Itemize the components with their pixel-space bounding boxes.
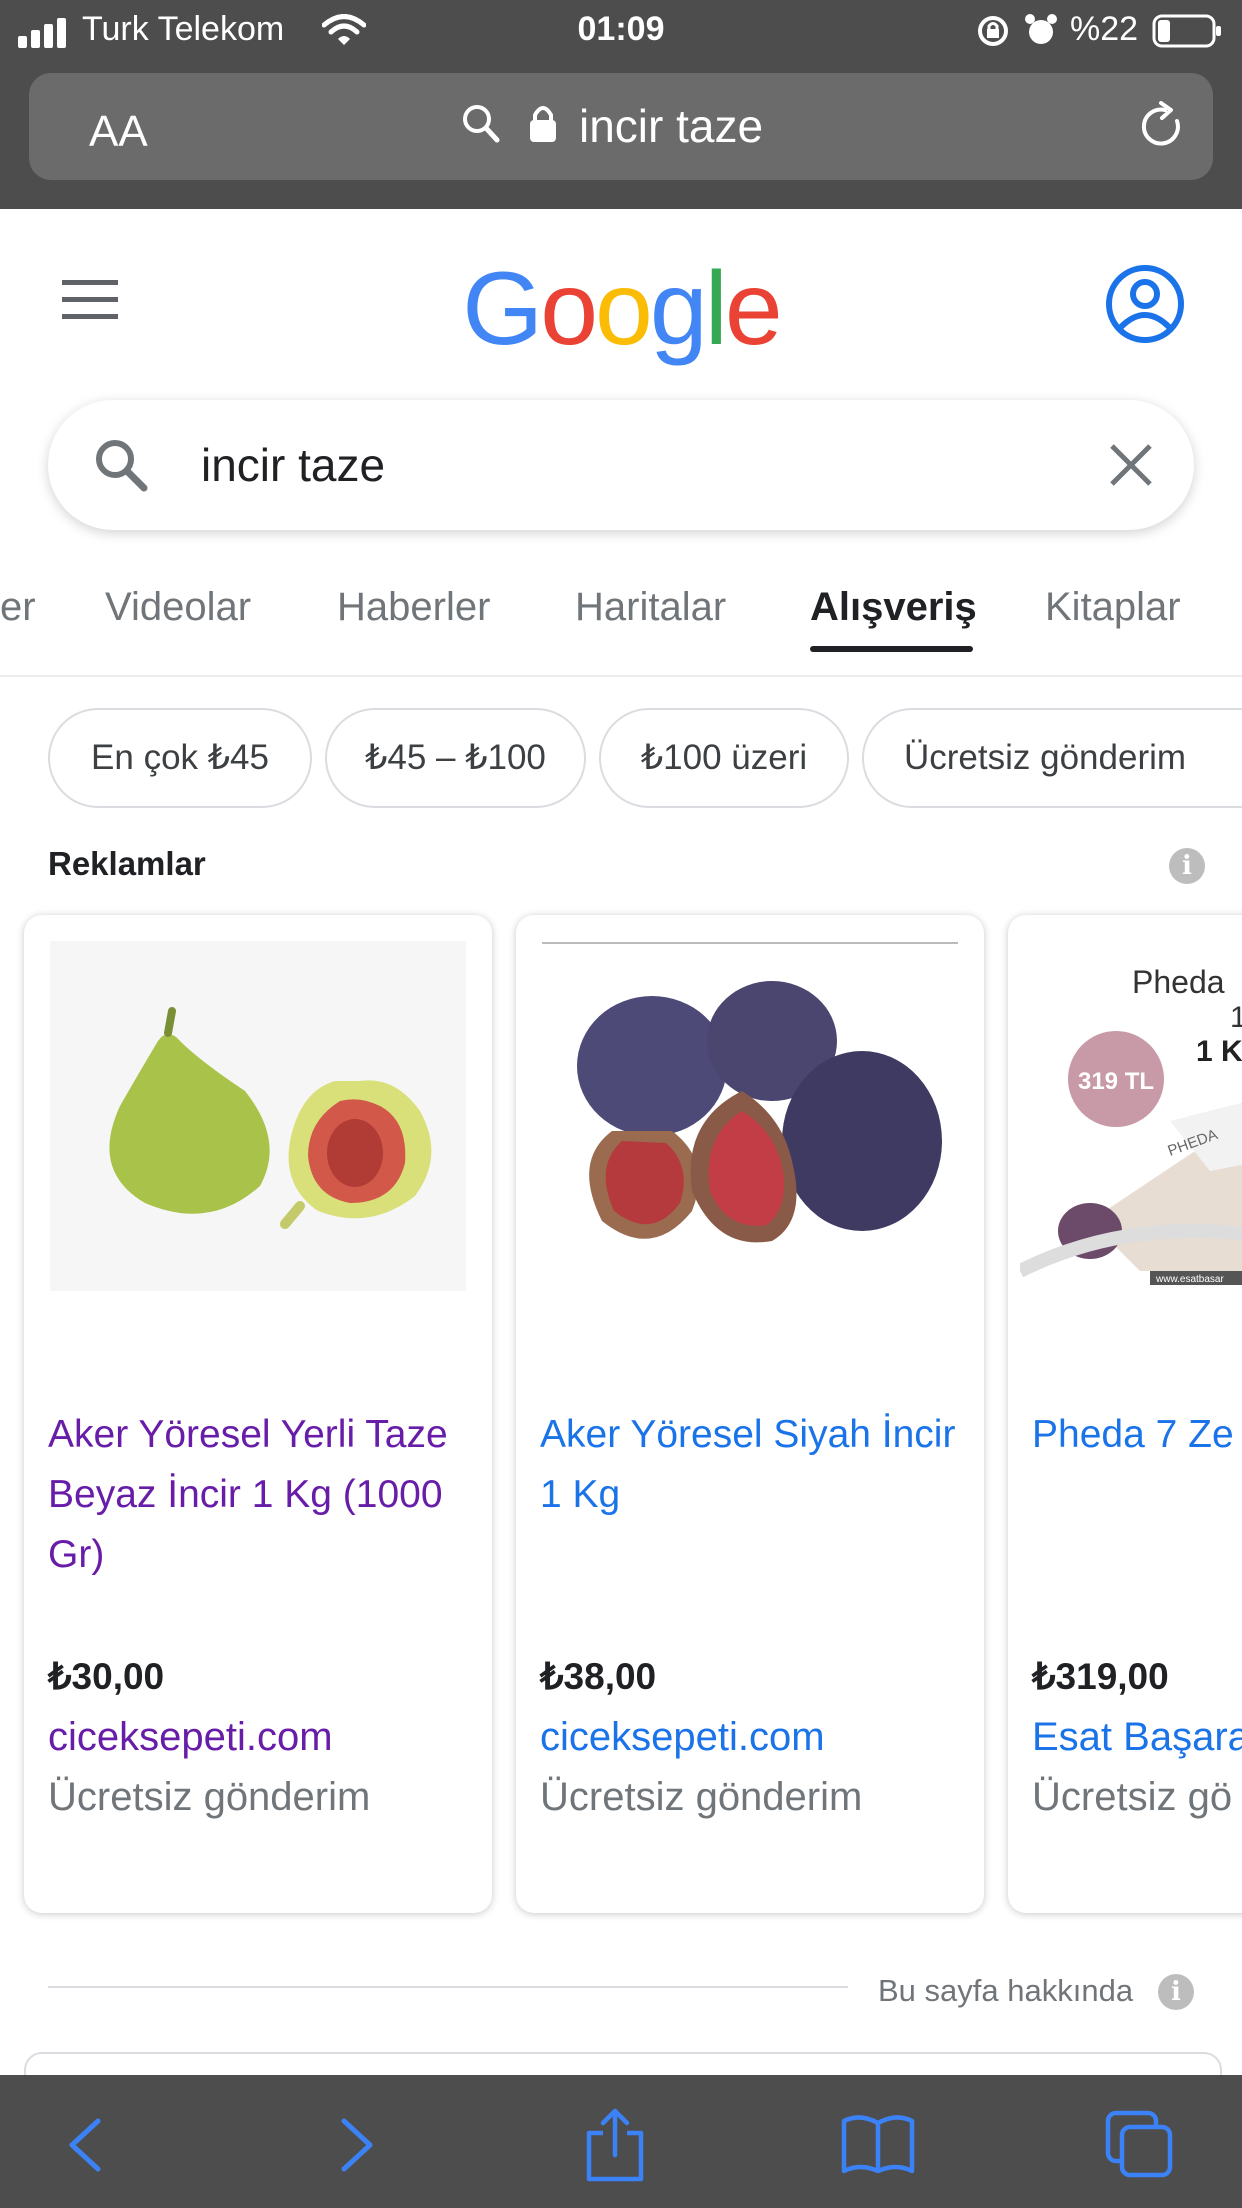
ads-label: Reklamlar bbox=[48, 845, 206, 882]
filter-chip-45-100[interactable]: ₺45 – ₺100 bbox=[325, 708, 586, 808]
tab-books[interactable]: Kitaplar bbox=[1045, 585, 1181, 630]
image-url-text: www.esatbasar bbox=[1155, 1274, 1224, 1285]
product-shipping: Ücretsiz gönderim bbox=[48, 1775, 371, 1819]
filter-chip-under-45[interactable]: En çok ₺45 bbox=[48, 708, 312, 808]
product-image-white-fig bbox=[50, 941, 466, 1291]
product-title[interactable]: Aker Yöresel Yerli Taze Beyaz İncir 1 Kg… bbox=[48, 1405, 478, 1585]
lock-icon bbox=[530, 106, 556, 142]
product-image-pheda: Pheda 1 İ 1 K 319 TL PHEDA www.esatbasar bbox=[1020, 941, 1242, 1291]
tab-shopping[interactable]: Alışveriş bbox=[810, 585, 977, 630]
logo-letter: o bbox=[540, 251, 598, 367]
logo-letter: e bbox=[724, 251, 783, 367]
product-store[interactable]: Esat Başara bbox=[1032, 1715, 1242, 1760]
battery-percent: %22 bbox=[1070, 10, 1139, 48]
info-icon[interactable]: i bbox=[1169, 848, 1205, 884]
address-bar[interactable]: AA incir taze bbox=[29, 73, 1213, 180]
image-line2-text: 1 İ bbox=[1230, 1001, 1242, 1034]
back-icon[interactable] bbox=[46, 2105, 126, 2185]
about-page-link[interactable]: Bu sayfa hakkında bbox=[878, 1973, 1133, 2009]
tab-news[interactable]: Haberler bbox=[337, 585, 490, 630]
clear-icon[interactable] bbox=[1108, 442, 1154, 488]
product-title[interactable]: Aker Yöresel Siyah İncir 1 Kg bbox=[540, 1405, 970, 1525]
search-icon bbox=[463, 105, 500, 143]
search-icon bbox=[96, 440, 148, 492]
account-icon[interactable] bbox=[1104, 263, 1186, 345]
product-shipping: Ücretsiz gönderim bbox=[540, 1775, 863, 1819]
reload-icon[interactable] bbox=[1137, 101, 1187, 151]
google-logo[interactable]: Google bbox=[0, 250, 1242, 369]
browser-top-bar: Turk Telekom 01:09 %22 AA incir taze bbox=[0, 0, 1242, 209]
product-image-black-fig bbox=[542, 941, 958, 1291]
logo-letter: G bbox=[462, 251, 543, 367]
price-badge-text: 319 TL bbox=[1078, 1068, 1154, 1095]
tab-maps[interactable]: Haritalar bbox=[575, 585, 726, 630]
filter-chip-over-100[interactable]: ₺100 üzeri bbox=[599, 708, 849, 808]
forward-icon[interactable] bbox=[316, 2105, 396, 2185]
product-store[interactable]: ciceksepeti.com bbox=[540, 1715, 825, 1760]
browser-toolbar bbox=[0, 2075, 1242, 2208]
search-tabs: er Videolar Haberler Haritalar Alışveriş… bbox=[0, 560, 1242, 677]
filter-chip-free-shipping[interactable]: Ücretsiz gönderim bbox=[862, 708, 1242, 808]
product-title[interactable]: Pheda 7 Ze (Tekli Kutu) Başaran Ür bbox=[1032, 1405, 1242, 1465]
url-text[interactable]: incir taze bbox=[579, 99, 763, 153]
tab-videos[interactable]: Videolar bbox=[105, 585, 251, 630]
bookmarks-icon[interactable] bbox=[838, 2105, 918, 2185]
share-icon[interactable] bbox=[575, 2105, 655, 2185]
product-card[interactable]: Aker Yöresel Yerli Taze Beyaz İncir 1 Kg… bbox=[24, 915, 492, 1913]
info-icon[interactable]: i bbox=[1158, 1974, 1194, 2010]
alarm-icon bbox=[1025, 14, 1057, 44]
product-store[interactable]: ciceksepeti.com bbox=[48, 1715, 333, 1760]
search-box[interactable]: incir taze bbox=[48, 400, 1194, 530]
active-tab-indicator bbox=[810, 646, 973, 652]
rotation-lock-icon bbox=[978, 16, 1008, 46]
image-line3-text: 1 K bbox=[1196, 1035, 1242, 1068]
text-size-button[interactable]: AA bbox=[89, 107, 148, 157]
status-bar: Turk Telekom 01:09 %22 bbox=[0, 0, 1242, 62]
logo-letter: o bbox=[595, 251, 653, 367]
tabs-icon[interactable] bbox=[1100, 2105, 1180, 2185]
tab-partial[interactable]: er bbox=[0, 585, 36, 630]
product-shipping: Ücretsiz gö bbox=[1032, 1775, 1233, 1819]
divider bbox=[48, 1986, 848, 1988]
image-brand-text: Pheda bbox=[1132, 964, 1225, 1000]
product-price: ₺38,00 bbox=[540, 1656, 657, 1697]
battery-icon bbox=[1152, 14, 1221, 48]
logo-letter: l bbox=[704, 251, 728, 367]
product-card[interactable]: Aker Yöresel Siyah İncir 1 Kg ₺38,00 cic… bbox=[516, 915, 984, 1913]
search-input[interactable]: incir taze bbox=[201, 438, 385, 492]
product-card[interactable]: Pheda 1 İ 1 K 319 TL PHEDA www.esatbasar… bbox=[1008, 915, 1242, 1913]
logo-letter: g bbox=[649, 251, 708, 367]
product-price: ₺30,00 bbox=[48, 1656, 165, 1697]
product-price: ₺319,00 bbox=[1032, 1656, 1169, 1697]
